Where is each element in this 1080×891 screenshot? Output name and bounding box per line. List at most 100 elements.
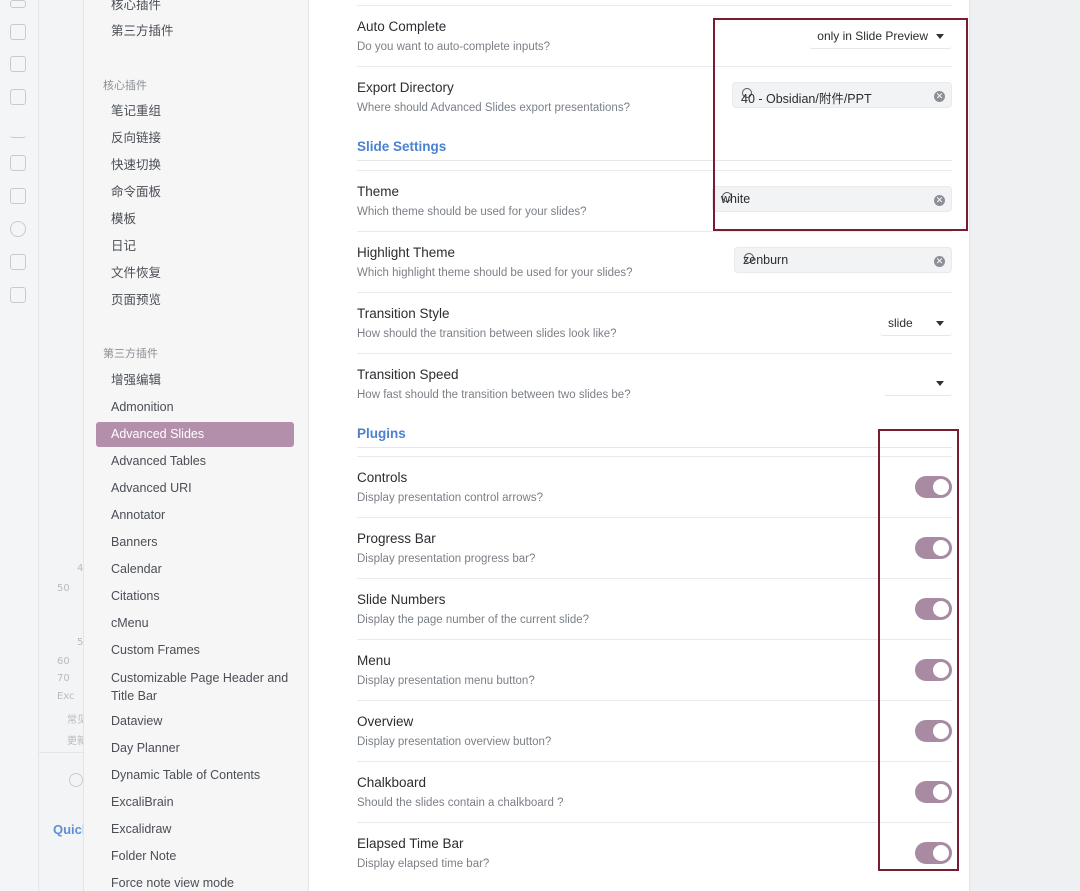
setting-elapsed-time-bar: Elapsed Time Bar Display elapsed time ba… — [357, 822, 952, 883]
settings-modal: 核心插件 第三方插件 核心插件 笔记重组 反向链接 快速切换 命令面板 模板 日… — [84, 0, 969, 891]
sidebar-item[interactable]: Calendar — [96, 557, 294, 582]
controls-toggle[interactable] — [915, 476, 952, 498]
setting-theme: Theme Which theme should be used for you… — [357, 170, 952, 231]
layout-icon[interactable] — [10, 188, 26, 204]
sidebar-item-third-party-plugins[interactable]: 第三方插件 — [96, 19, 294, 44]
chalkboard-toggle[interactable] — [915, 781, 952, 803]
theme-input[interactable]: white ✕ — [712, 186, 952, 212]
sidebar-item[interactable]: 命令面板 — [96, 180, 294, 205]
menu-toggle[interactable] — [915, 659, 952, 681]
clear-icon[interactable]: ✕ — [934, 256, 945, 267]
progress-bar-toggle[interactable] — [915, 537, 952, 559]
explorer-row[interactable]: Exc — [57, 691, 75, 702]
setting-progress-bar: Progress Bar Display presentation progre… — [357, 517, 952, 578]
sidebar-item[interactable]: Annotator — [96, 503, 294, 528]
setting-export-directory: Export Directory Where should Advanced S… — [357, 66, 952, 127]
sidebar-item[interactable]: 文件恢复 — [96, 261, 294, 286]
sidebar-item-core-plugins[interactable]: 核心插件 — [96, 0, 294, 18]
sidebar-item[interactable]: Dynamic Table of Contents — [96, 763, 294, 788]
setting-name: Menu — [357, 653, 391, 668]
setting-name: Elapsed Time Bar — [357, 836, 464, 851]
setting-transition-speed: Transition Speed How fast should the tra… — [357, 353, 952, 414]
setting-desc: Display presentation control arrows? — [357, 492, 544, 504]
setting-desc: How fast should the transition between t… — [357, 389, 631, 401]
toggle-knob — [933, 479, 949, 495]
sidebar-item[interactable]: 模板 — [96, 207, 294, 232]
toggle-knob — [933, 662, 949, 678]
sidebar-item[interactable]: 日记 — [96, 234, 294, 259]
input-value: zenburn — [743, 253, 789, 267]
terminal-icon[interactable] — [10, 122, 26, 138]
calendar-icon[interactable] — [10, 56, 26, 72]
calendar-day-icon[interactable] — [10, 254, 26, 270]
explorer-row[interactable]: 50 — [57, 583, 70, 594]
toggle-knob — [933, 784, 949, 800]
setting-desc: Display the page number of the current s… — [357, 614, 590, 626]
transition-speed-select[interactable] — [884, 370, 952, 396]
sidebar-item[interactable]: 快速切换 — [96, 153, 294, 178]
sidebar-item[interactable]: 反向链接 — [96, 126, 294, 151]
sidebar-item[interactable]: Custom Frames — [96, 638, 294, 663]
app-ribbon — [0, 0, 38, 891]
sidebar-item[interactable]: cMenu — [96, 611, 294, 636]
sidebar-item[interactable]: Advanced URI — [96, 476, 294, 501]
highlight-theme-input[interactable]: zenburn ✕ — [734, 247, 952, 273]
setting-slide-numbers: Slide Numbers Display the page number of… — [357, 578, 952, 639]
settings-sidebar: 核心插件 第三方插件 核心插件 笔记重组 反向链接 快速切换 命令面板 模板 日… — [84, 0, 309, 891]
sidebar-group-core: 核心插件 — [103, 80, 147, 92]
setting-name: Transition Speed — [357, 367, 459, 382]
setting-desc: Display presentation overview button? — [357, 736, 552, 748]
sidebar-item[interactable]: Advanced Tables — [96, 449, 294, 474]
sidebar-item[interactable]: 笔记重组 — [96, 99, 294, 124]
setting-name: Theme — [357, 184, 400, 199]
slide-numbers-toggle[interactable] — [915, 598, 952, 620]
slide-settings-heading: Slide Settings — [357, 139, 952, 161]
explorer-row[interactable]: 60 — [57, 656, 70, 667]
setting-name: Slide Numbers — [357, 592, 446, 607]
clear-icon[interactable]: ✕ — [934, 195, 945, 206]
setting-transition-style: Transition Style How should the transiti… — [357, 292, 952, 353]
auto-complete-select[interactable]: only in Slide Preview — [809, 23, 952, 49]
clear-icon[interactable]: ✕ — [934, 91, 945, 102]
sidebar-item[interactable]: Day Planner — [96, 736, 294, 761]
copy-icon[interactable] — [10, 89, 26, 105]
sidebar-group-third-party: 第三方插件 — [103, 348, 158, 360]
sidebar-item[interactable]: Citations — [96, 584, 294, 609]
sidebar-item[interactable]: Customizable Page Header and Title Bar — [96, 669, 294, 705]
presentation-icon[interactable] — [10, 287, 26, 303]
setting-desc: Where should Advanced Slides export pres… — [357, 102, 630, 114]
clock-icon — [69, 773, 83, 787]
toggle-knob — [933, 845, 949, 861]
sidebar-item[interactable]: Excalidraw — [96, 817, 294, 842]
chevron-down-icon — [936, 321, 944, 326]
open-file-icon[interactable] — [10, 0, 26, 8]
sidebar-item[interactable]: Folder Note — [96, 844, 294, 869]
sidebar-item[interactable]: 页面预览 — [96, 288, 294, 313]
sidebar-item[interactable]: Banners — [96, 530, 294, 555]
setting-name: Highlight Theme — [357, 245, 456, 260]
setting-name: Progress Bar — [357, 531, 436, 546]
input-value: 40 - Obsidian/附件/PPT — [741, 92, 872, 106]
graph-icon[interactable] — [10, 24, 26, 40]
setting-controls: Controls Display presentation control ar… — [357, 456, 952, 517]
transition-style-select[interactable]: slide — [880, 310, 952, 336]
settings-content: Auto Complete Do you want to auto-comple… — [357, 0, 952, 891]
setting-name: Transition Style — [357, 306, 450, 321]
setting-desc: Display presentation progress bar? — [357, 553, 536, 565]
sort-icon[interactable] — [10, 155, 26, 171]
sidebar-item[interactable]: 增强编辑 — [96, 368, 294, 393]
elapsed-time-bar-toggle[interactable] — [915, 842, 952, 864]
setting-desc: Which highlight theme should be used for… — [357, 267, 633, 279]
sidebar-item[interactable]: Dataview — [96, 709, 294, 734]
setting-desc: Display presentation menu button? — [357, 675, 535, 687]
toggle-knob — [933, 540, 949, 556]
sidebar-item[interactable]: ExcaliBrain — [96, 790, 294, 815]
export-directory-input[interactable]: 40 - Obsidian/附件/PPT ✕ — [732, 82, 952, 108]
input-value: white — [721, 192, 751, 206]
overview-toggle[interactable] — [915, 720, 952, 742]
sidebar-item[interactable]: Admonition — [96, 395, 294, 420]
sidebar-item[interactable]: Force note view mode — [96, 871, 294, 891]
sidebar-item-advanced-slides[interactable]: Advanced Slides — [96, 422, 294, 447]
lightbulb-icon[interactable] — [10, 221, 26, 237]
explorer-row[interactable]: 70 — [57, 673, 70, 684]
